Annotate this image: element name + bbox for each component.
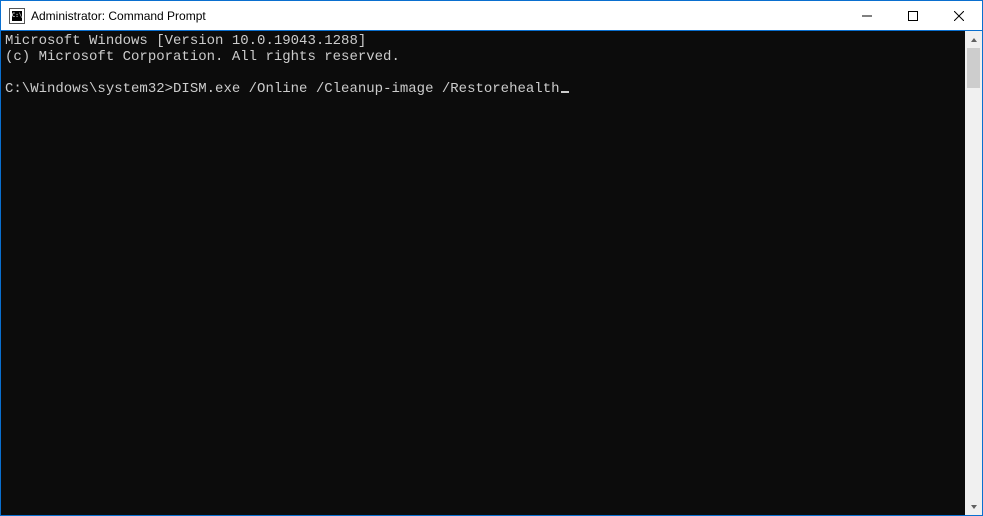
chevron-down-icon: [970, 503, 978, 511]
minimize-button[interactable]: [844, 1, 890, 30]
chevron-up-icon: [970, 36, 978, 44]
scroll-down-button[interactable]: [965, 498, 982, 515]
terminal-command: DISM.exe /Online /Cleanup-image /Restore…: [173, 81, 559, 97]
terminal-prompt: C:\Windows\system32>: [5, 81, 173, 97]
terminal[interactable]: Microsoft Windows [Version 10.0.19043.12…: [1, 31, 965, 515]
window-controls: [844, 1, 982, 30]
window-title: Administrator: Command Prompt: [31, 9, 206, 23]
close-button[interactable]: [936, 1, 982, 30]
titlebar[interactable]: C:\ Administrator: Command Prompt: [1, 1, 982, 31]
command-prompt-window: C:\ Administrator: Command Prompt Micros…: [0, 0, 983, 516]
terminal-header-line2: (c) Microsoft Corporation. All rights re…: [5, 49, 400, 65]
terminal-area: Microsoft Windows [Version 10.0.19043.12…: [1, 31, 982, 515]
cmd-icon: C:\: [9, 8, 25, 24]
scroll-up-button[interactable]: [965, 31, 982, 48]
terminal-header-line1: Microsoft Windows [Version 10.0.19043.12…: [5, 33, 366, 49]
maximize-button[interactable]: [890, 1, 936, 30]
scrollbar-thumb[interactable]: [967, 48, 980, 88]
cursor-icon: [561, 91, 569, 93]
titlebar-left: C:\ Administrator: Command Prompt: [1, 8, 844, 24]
cmd-icon-label: C:\: [12, 12, 23, 19]
scrollbar-track[interactable]: [965, 48, 982, 498]
vertical-scrollbar[interactable]: [965, 31, 982, 515]
